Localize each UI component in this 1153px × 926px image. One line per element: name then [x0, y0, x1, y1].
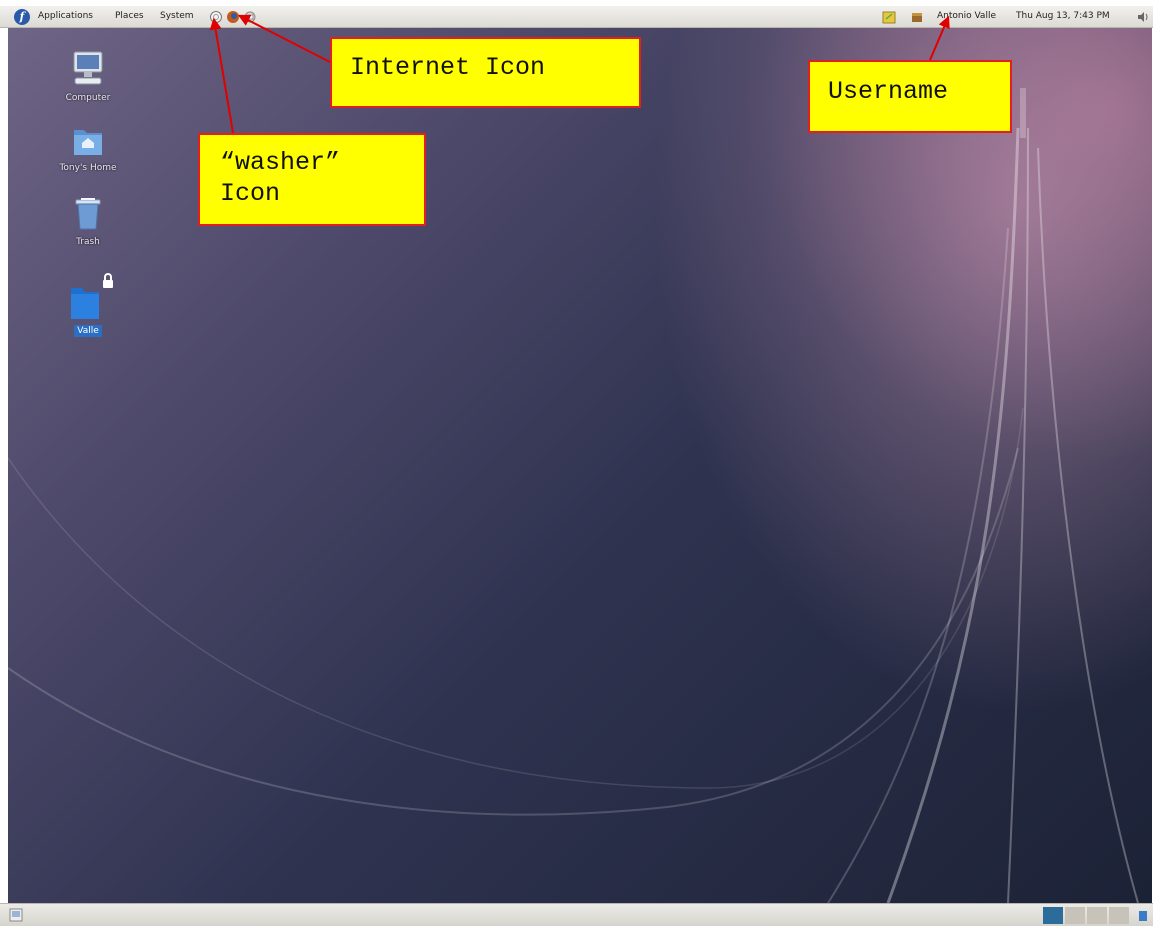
workspace-2[interactable] [1065, 907, 1085, 924]
notes-icon[interactable] [882, 10, 896, 24]
computer-icon [73, 51, 103, 85]
fedora-logo-icon[interactable]: f [14, 9, 30, 25]
menu-places[interactable]: Places [115, 11, 144, 21]
workspace-3[interactable] [1087, 907, 1107, 924]
menu-applications[interactable]: Applications [38, 11, 93, 21]
trash-icon [75, 198, 101, 230]
washer-icon[interactable] [209, 10, 223, 24]
callout-text-line1: “washer” [220, 148, 341, 177]
top-panel: f Applications Places System Antonio Val… [0, 6, 1153, 28]
desktop-icon-valle[interactable]: Valle [48, 272, 128, 337]
callout-internet-icon: Internet Icon [330, 37, 641, 108]
desktop-icon-trash[interactable]: Trash [48, 194, 128, 247]
desktop-icon-computer[interactable]: Computer [48, 50, 128, 103]
callout-text: Username [828, 77, 949, 106]
desktop-icon-label: Trash [76, 237, 100, 247]
wallpaper-swirl [8, 88, 1139, 903]
trash-applet-icon[interactable] [1136, 908, 1150, 922]
callout-username: Username [808, 60, 1012, 133]
home-folder-icon [74, 130, 102, 155]
desktop-icon-label: Computer [65, 93, 111, 103]
desktop-icon-label: Valle [74, 325, 102, 337]
internet-icon[interactable] [226, 10, 240, 24]
desktop-background: Computer Tony's Home Trash Valle [8, 28, 1152, 903]
locked-folder-icon [71, 273, 113, 319]
bottom-panel [0, 903, 1153, 926]
workspace-4[interactable] [1109, 907, 1129, 924]
callout-text-line2: Icon [220, 179, 281, 209]
desktop-icon-home[interactable]: Tony's Home [48, 124, 128, 173]
email-icon[interactable] [243, 10, 257, 24]
desktop-icon-label: Tony's Home [59, 163, 117, 173]
show-desktop-icon[interactable] [9, 908, 23, 922]
package-icon[interactable] [910, 10, 924, 24]
menu-system[interactable]: System [160, 11, 194, 21]
clock-label[interactable]: Thu Aug 13, 7:43 PM [1016, 11, 1110, 21]
callout-washer-icon: “washer” Icon [198, 133, 426, 226]
callout-text: Internet Icon [350, 53, 546, 82]
volume-icon[interactable] [1136, 10, 1150, 24]
username-label[interactable]: Antonio Valle [937, 11, 996, 21]
workspace-1[interactable] [1043, 907, 1063, 924]
